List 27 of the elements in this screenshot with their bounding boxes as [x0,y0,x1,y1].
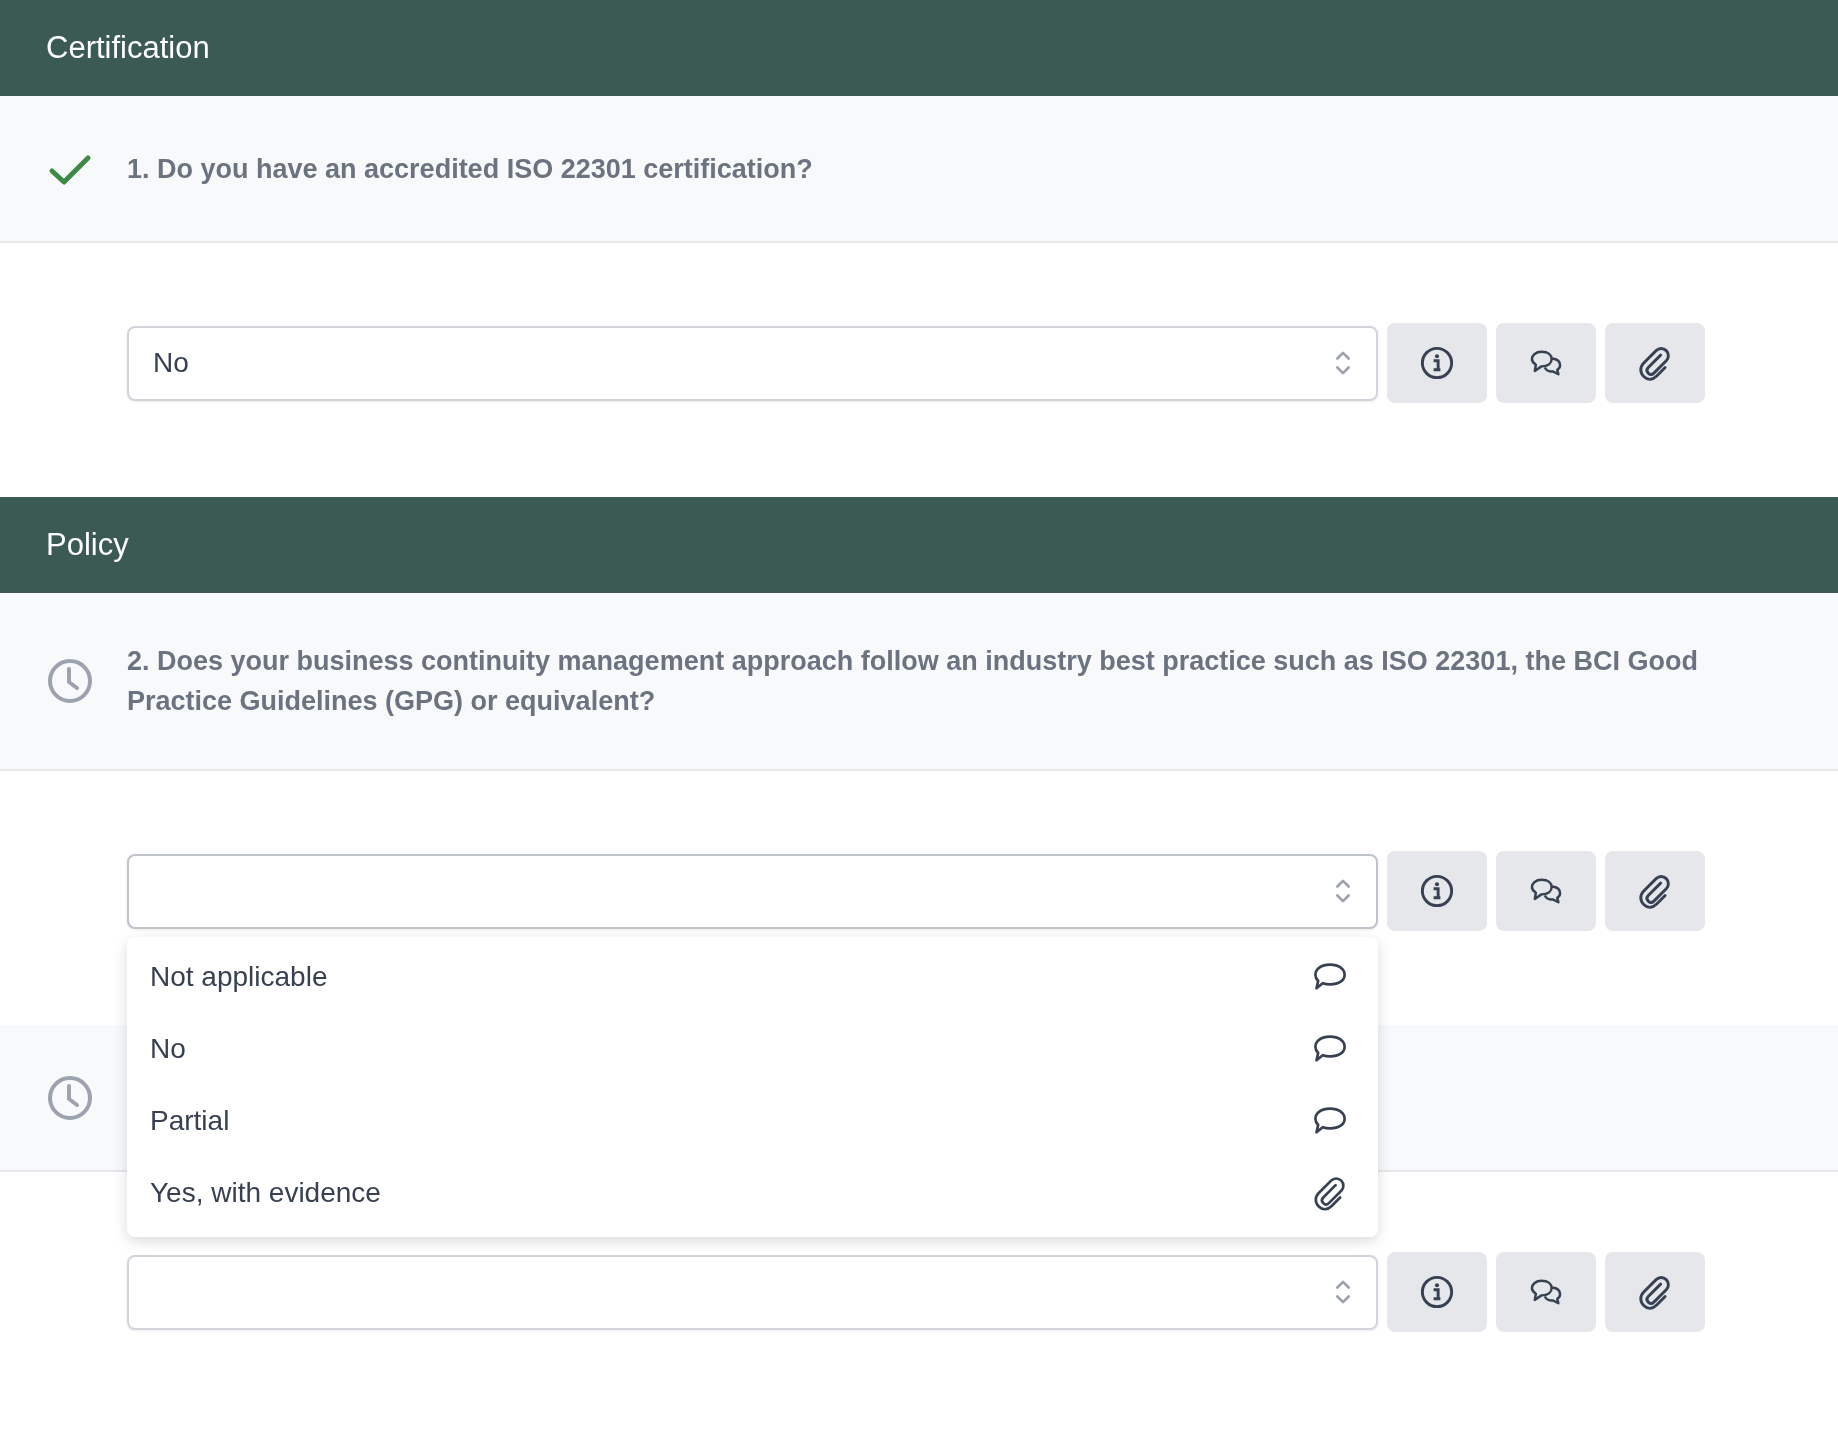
paperclip-icon [1637,345,1673,381]
comments-button[interactable] [1496,1252,1596,1332]
info-button[interactable] [1387,323,1487,403]
info-button[interactable] [1387,1252,1487,1332]
question-text: 2. Does your business continuity management approach follow an industry best practice such as ISO 22301, the BCI Good Practice Guidelines (GPG) or equivalent? [127,645,1699,718]
answer-select[interactable]: No [127,325,1378,401]
paperclip-icon [1637,873,1673,909]
dropdown-option[interactable]: No [127,1012,1378,1085]
clock-icon [46,1073,94,1122]
dropdown-option[interactable]: Partial [127,1084,1378,1157]
paperclip-icon [1637,1274,1673,1310]
question-text: 1. Do you have an accredited ISO 22301 certification? [127,152,813,186]
attachment-button[interactable] [1605,323,1705,403]
section-title: Certification [46,30,210,66]
dropdown-option[interactable]: Yes, with evidence [127,1156,1378,1229]
info-icon [1419,345,1455,381]
clock-icon [46,657,94,705]
paperclip-icon [1312,1174,1348,1211]
comments-button[interactable] [1496,851,1596,931]
attachment-button[interactable] [1605,851,1705,931]
info-icon [1419,873,1455,909]
info-icon [1419,1274,1455,1310]
section-title: Policy [46,527,129,563]
info-button[interactable] [1387,851,1487,931]
comments-button[interactable] [1496,323,1596,403]
dropdown-option[interactable]: Not applicable [127,940,1378,1013]
attachment-button[interactable] [1605,1252,1705,1332]
